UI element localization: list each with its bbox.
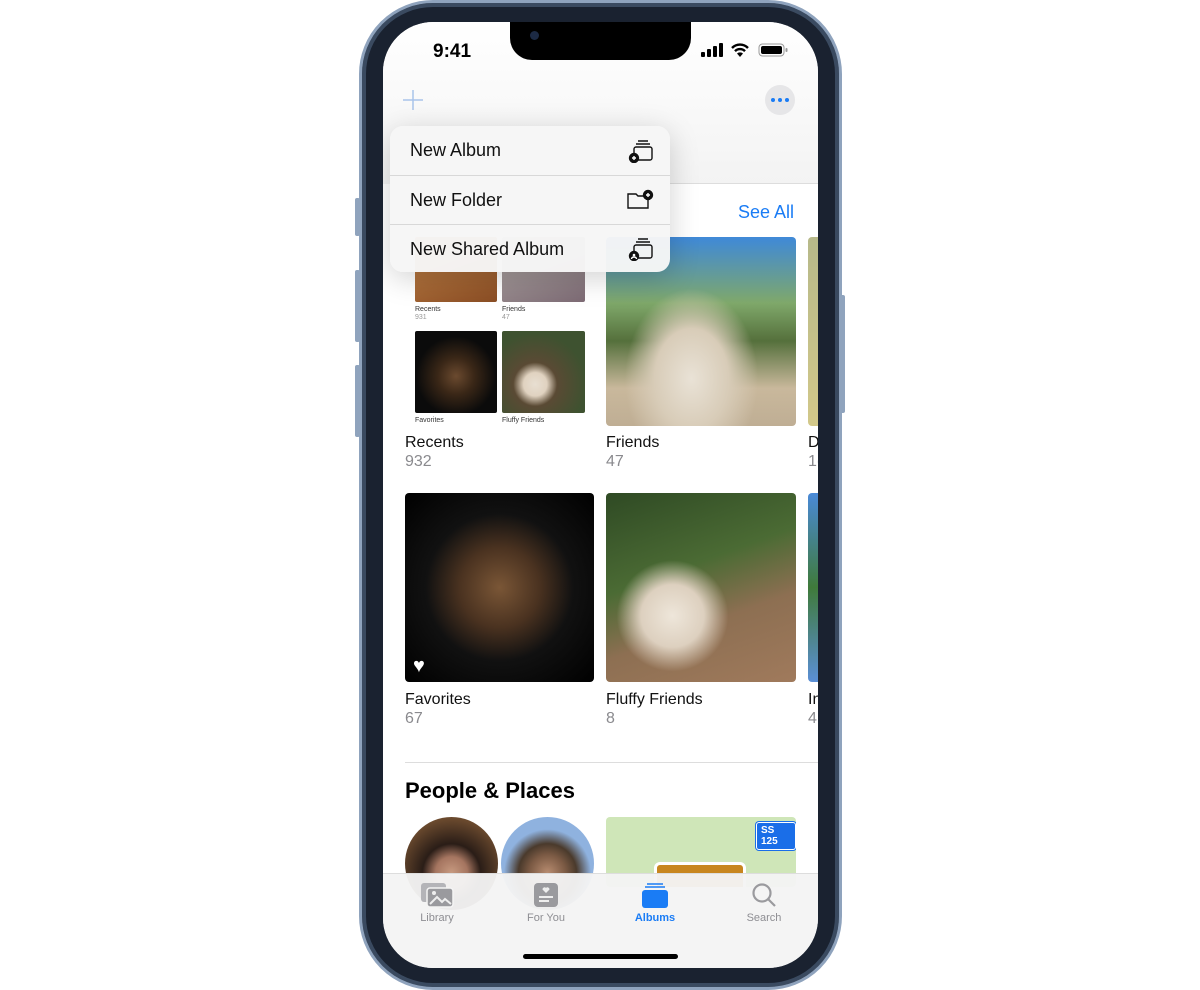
album-thumb-favorites[interactable]: ♥ (405, 493, 594, 682)
menu-item-label: New Folder (410, 189, 503, 210)
section-title: People & Places (405, 778, 575, 803)
mini-count: 47 (502, 314, 510, 321)
shared-album-icon (628, 238, 653, 261)
map-road-badge: SS 125 (756, 822, 796, 850)
album-title: Recents (405, 434, 464, 451)
notch (510, 22, 691, 60)
mute-switch (355, 198, 360, 236)
album-count: 1( (808, 453, 818, 470)
add-menu: New Album New Folder New Shared Album (390, 126, 670, 272)
album-title: D (808, 434, 818, 451)
album-title: In (808, 691, 818, 708)
for-you-icon (534, 883, 558, 907)
battery-icon (758, 43, 788, 62)
tab-bar: Library For You Albums Search (383, 873, 818, 968)
tab-label: Search (746, 912, 782, 924)
section-divider (405, 762, 818, 763)
album-count: 8 (606, 710, 615, 727)
volume-up-button (355, 270, 360, 342)
menu-item-new-album[interactable]: New Album (390, 126, 670, 175)
see-all-link[interactable]: See All (738, 202, 794, 223)
camera-icon (530, 31, 539, 40)
albums-icon (642, 883, 668, 908)
tab-label: Library (420, 912, 454, 924)
photos-icon (421, 883, 454, 908)
album-thumb-partial[interactable] (808, 493, 818, 682)
home-indicator[interactable] (523, 954, 678, 959)
tab-label: For You (527, 912, 565, 924)
menu-item-new-folder[interactable]: New Folder (390, 175, 670, 224)
search-icon (752, 883, 776, 907)
status-time: 9:41 (433, 41, 472, 62)
album-thumb-fluffy-friends[interactable] (606, 493, 796, 682)
tab-for-you[interactable]: For You (506, 882, 586, 924)
mini-count: 931 (415, 314, 427, 321)
heart-icon: ♥ (413, 655, 425, 677)
tab-label: Albums (634, 912, 676, 924)
cellular-signal-icon (701, 43, 723, 62)
menu-item-label: New Album (410, 140, 502, 160)
tab-albums[interactable]: Albums (615, 882, 695, 924)
mini-label: Fluffy Friends (502, 417, 545, 424)
tab-search[interactable]: Search (724, 882, 804, 924)
album-thumb-partial[interactable] (808, 237, 818, 426)
wifi-icon (730, 42, 750, 62)
volume-down-button (355, 365, 360, 437)
album-title: Favorites (405, 691, 471, 708)
plus-icon[interactable] (403, 90, 423, 115)
album-count: 67 (405, 710, 423, 727)
folder-add-icon (627, 189, 654, 209)
menu-item-label: New Shared Album (410, 238, 565, 259)
more-button[interactable] (765, 85, 795, 115)
mini-label: Favorites (415, 417, 444, 424)
mini-label: Recents (415, 306, 441, 313)
screen: 9:41 See All Recents 931 Friends 47 Favo… (383, 22, 818, 968)
album-count: 4 (808, 710, 817, 727)
album-title: Friends (606, 434, 660, 451)
tab-library[interactable]: Library (397, 882, 477, 924)
mini-label: Friends (502, 306, 526, 313)
album-count: 932 (405, 453, 432, 470)
album-add-icon (628, 139, 653, 163)
album-count: 47 (606, 453, 624, 470)
menu-item-new-shared-album[interactable]: New Shared Album (390, 224, 670, 272)
album-title: Fluffy Friends (606, 691, 703, 708)
header-divider (670, 183, 818, 184)
side-button (840, 295, 845, 413)
